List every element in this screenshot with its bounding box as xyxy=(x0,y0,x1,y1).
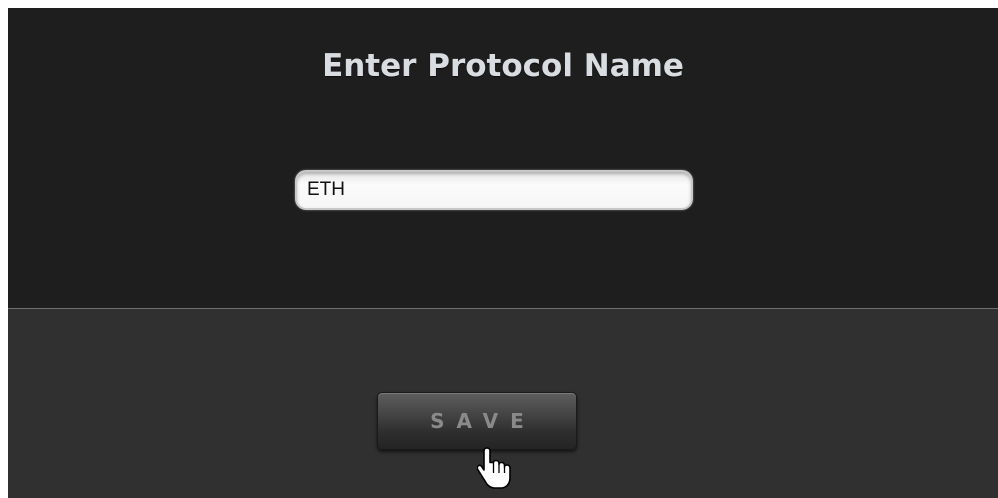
prompt-panel: Enter Protocol Name xyxy=(8,8,998,308)
save-button[interactable]: SAVE xyxy=(377,392,577,450)
hand-pointer-icon xyxy=(477,447,511,489)
dialog-title: Enter Protocol Name xyxy=(322,48,684,84)
protocol-name-input[interactable] xyxy=(295,170,693,210)
